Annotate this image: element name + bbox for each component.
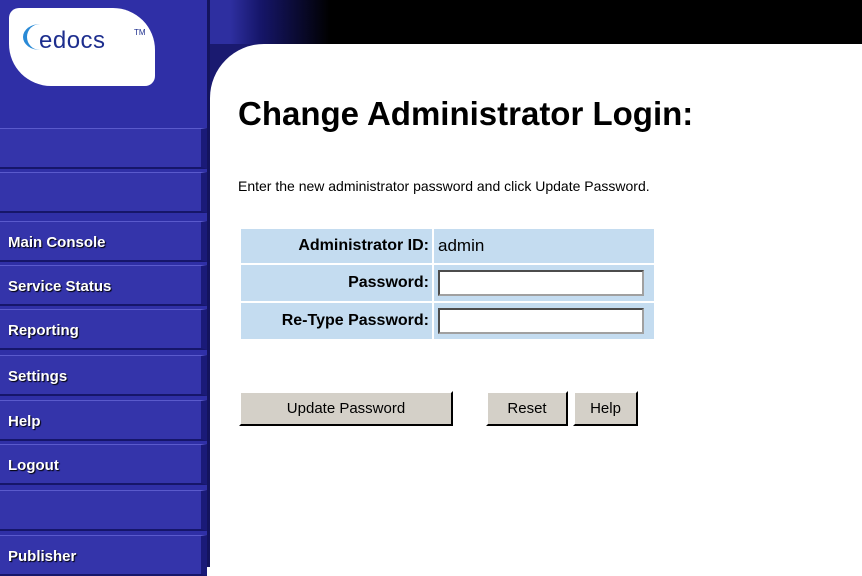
sidebar-item-label[interactable]: Publisher bbox=[8, 548, 76, 565]
sidebar-item-label[interactable]: Main Console bbox=[8, 234, 106, 251]
sidebar-item-help[interactable]: Help bbox=[0, 400, 207, 441]
retype-password-row: Re-Type Password: bbox=[241, 303, 654, 339]
admin-id-row: Administrator ID: admin bbox=[241, 229, 654, 263]
sidebar-spacer-1 bbox=[0, 128, 207, 169]
logo-text: edocs bbox=[39, 27, 106, 54]
admin-id-label: Administrator ID: bbox=[241, 229, 432, 263]
sidebar-item-label[interactable]: Logout bbox=[8, 457, 59, 474]
sidebar-item-label[interactable]: Reporting bbox=[8, 322, 79, 339]
sidebar-item-main-console[interactable]: Main Console bbox=[0, 221, 207, 262]
admin-id-value: admin bbox=[438, 236, 485, 255]
password-field[interactable] bbox=[438, 270, 644, 296]
page-title: Change Administrator Login: bbox=[238, 95, 694, 132]
sidebar-item-logout[interactable]: Logout bbox=[0, 444, 207, 485]
sidebar-item-reporting[interactable]: Reporting bbox=[0, 309, 207, 350]
instructions-text: Enter the new administrator password and… bbox=[238, 178, 650, 194]
password-label: Password: bbox=[241, 265, 432, 301]
reset-button[interactable]: Reset bbox=[486, 391, 568, 426]
sidebar-spacer-2 bbox=[0, 172, 207, 213]
edocs-logo: edocs TM bbox=[9, 8, 155, 86]
retype-password-field[interactable] bbox=[438, 308, 644, 334]
logo-trademark: TM bbox=[134, 28, 146, 37]
sidebar-item-label[interactable]: Help bbox=[8, 413, 41, 430]
sidebar-item-label[interactable]: Settings bbox=[8, 368, 67, 385]
password-row: Password: bbox=[241, 265, 654, 301]
update-password-button[interactable]: Update Password bbox=[239, 391, 453, 426]
sidebar-item-label[interactable]: Service Status bbox=[8, 278, 111, 295]
login-form-table: Administrator ID: admin Password: Re-Typ… bbox=[239, 227, 656, 341]
sidebar-item-settings[interactable]: Settings bbox=[0, 355, 207, 396]
retype-password-label: Re-Type Password: bbox=[241, 303, 432, 339]
sidebar-item-service-status[interactable]: Service Status bbox=[0, 265, 207, 306]
help-button[interactable]: Help bbox=[573, 391, 638, 426]
sidebar: edocs TM Main Console Service Status Rep… bbox=[0, 0, 210, 576]
sidebar-spacer-3 bbox=[0, 490, 207, 531]
sidebar-item-publisher[interactable]: Publisher bbox=[0, 535, 207, 576]
